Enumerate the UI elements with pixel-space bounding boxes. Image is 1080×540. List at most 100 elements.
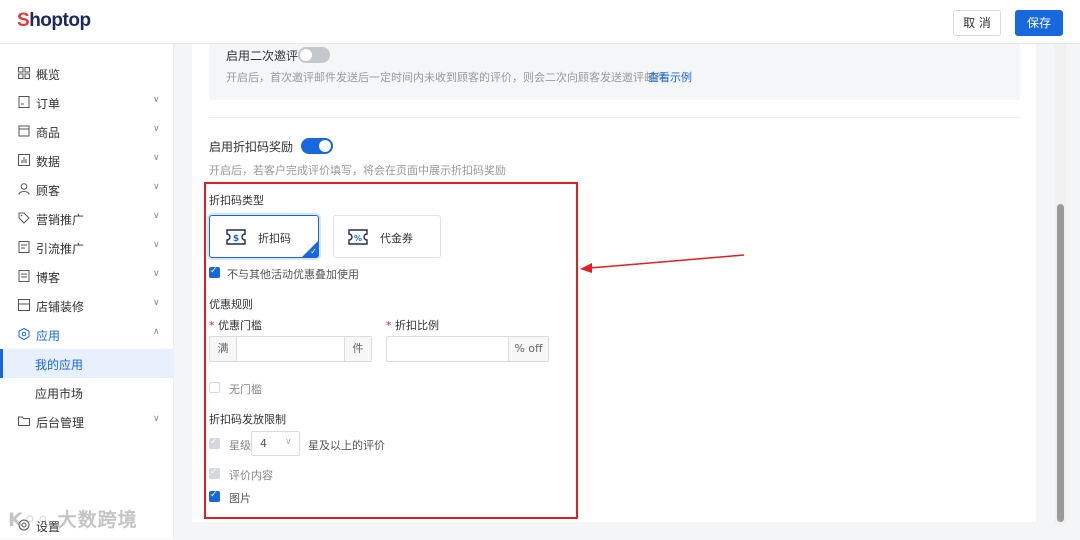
product-icon	[18, 125, 30, 137]
star-select-value: 4	[260, 437, 267, 450]
cancel-button[interactable]: 取 消	[953, 10, 1001, 36]
secondary-review-section: 启用二次邀评 开启后，首次邀评邮件发送后一定时间内未收到顾客的评价，则会二次向顾…	[209, 44, 1020, 100]
sidebar-item-label: 概览	[36, 68, 61, 82]
sidebar-item-label: 数据	[36, 155, 61, 169]
required-mark: *	[209, 319, 215, 332]
threshold-label-row: * 优惠门槛	[209, 317, 262, 333]
threshold-suffix: 件	[344, 337, 371, 361]
scrollbar[interactable]	[1055, 44, 1066, 524]
sidebar-item-label: 订单	[36, 97, 61, 111]
shoptop-logo[interactable]: Shoptop	[17, 10, 91, 32]
sidebar-item-label: 引流推广	[36, 242, 85, 256]
annotation-arrow	[580, 254, 745, 273]
logo-text: hoptop	[29, 10, 91, 31]
voucher-option[interactable]: % 代金券	[333, 215, 441, 258]
coupon-percent-icon: %	[348, 229, 368, 245]
sidebar-item-admin[interactable]: 后台管理 ∨	[0, 407, 174, 436]
chevron-down-icon: ∨	[153, 95, 160, 105]
check-icon: ✓	[310, 247, 317, 256]
threshold-prefix: 满	[210, 337, 237, 361]
sidebar-item-label: 店铺装修	[36, 300, 85, 314]
secondary-review-toggle[interactable]	[298, 47, 330, 63]
ratio-input[interactable]: % off	[386, 336, 549, 362]
scrollbar-thumb[interactable]	[1057, 204, 1064, 522]
sidebar-item-overview[interactable]: 概览	[0, 59, 174, 88]
view-example-link[interactable]: 查看示例	[648, 69, 692, 85]
image-label: 图片	[229, 492, 251, 505]
sidebar-item-label: 后台管理	[36, 416, 85, 430]
sidebar-item-orders[interactable]: 订单 ∨	[0, 88, 174, 117]
discount-code-label: 折扣码	[258, 232, 291, 245]
chevron-down-icon: ∨	[153, 240, 160, 250]
chart-icon	[18, 154, 30, 166]
chevron-down-icon: ∨	[153, 414, 160, 424]
voucher-label: 代金券	[380, 232, 413, 245]
ratio-label-row: * 折扣比例	[386, 317, 439, 333]
chevron-down-icon: ∨	[153, 182, 160, 192]
sidebar-item-traffic[interactable]: 引流推广 ∨	[0, 233, 174, 262]
sidebar-item-my-apps[interactable]: 我的应用	[0, 349, 174, 378]
chevron-down-icon: ∨	[153, 153, 160, 163]
chevron-down-icon: ∨	[153, 211, 160, 221]
sidebar-item-customers[interactable]: 顾客 ∨	[0, 175, 174, 204]
svg-text:$: $	[233, 234, 239, 244]
overview-icon	[18, 67, 30, 79]
code-type-title: 折扣码类型	[209, 194, 264, 207]
ratio-suffix: % off	[508, 337, 548, 361]
ratio-label: 折扣比例	[395, 319, 439, 332]
chevron-down-icon: ∨	[153, 298, 160, 308]
sidebar-item-label: 我的应用	[35, 358, 84, 372]
star-label: 星级	[229, 439, 251, 452]
blog-icon	[18, 270, 30, 282]
no-threshold-label: 无门槛	[229, 383, 262, 396]
sidebar-item-label: 博客	[36, 271, 61, 285]
image-checkbox[interactable]: ✓	[209, 490, 220, 502]
logo-first-letter: S	[17, 10, 30, 31]
top-bar: Shoptop 取 消 保存	[0, 0, 1080, 44]
required-mark: *	[386, 319, 392, 332]
discount-reward-toggle[interactable]	[301, 138, 333, 154]
star-checkbox[interactable]: ✓	[209, 437, 220, 449]
discount-reward-hint: 开启后，若客户完成评价填写，将会在页面中展示折扣码奖励	[209, 164, 506, 177]
sidebar-item-data[interactable]: 数据 ∨	[0, 146, 174, 175]
star-select[interactable]: 4 ∨	[251, 431, 300, 456]
discount-reward-label: 启用折扣码奖励	[209, 140, 294, 154]
user-icon	[18, 183, 30, 195]
traffic-icon	[18, 241, 30, 253]
sidebar-item-blog[interactable]: 博客 ∨	[0, 262, 174, 291]
sidebar-item-products[interactable]: 商品 ∨	[0, 117, 174, 146]
sidebar-item-label: 商品	[36, 126, 61, 140]
sidebar-item-marketing[interactable]: 营销推广 ∨	[0, 204, 174, 233]
svg-text:%: %	[354, 234, 362, 243]
chevron-down-icon: ∨	[153, 269, 160, 279]
sidebar: 概览 订单 ∨ 商品 ∨ 数据 ∨ 顾客 ∨ 营销推广 ∨ 引流推广 ∨ 博客 …	[0, 44, 174, 539]
section-divider	[209, 117, 1020, 118]
chevron-down-icon: ∨	[285, 437, 292, 447]
chevron-up-icon: ∧	[153, 327, 160, 337]
secondary-review-hint: 开启后，首次邀评邮件发送后一定时间内未收到顾客的评价，则会二次向顾客发送邀评邮件	[226, 71, 666, 84]
sidebar-item-store-design[interactable]: 店铺装修 ∨	[0, 291, 174, 320]
discount-code-option[interactable]: $ 折扣码 ✓	[209, 215, 319, 258]
content-checkbox[interactable]: ✓	[209, 467, 220, 479]
save-button[interactable]: 保存	[1015, 10, 1063, 36]
no-stack-label: 不与其他活动优惠叠加使用	[227, 268, 359, 281]
sidebar-item-app-market[interactable]: 应用市场	[0, 378, 174, 407]
order-icon	[18, 96, 30, 108]
main-panel: 启用二次邀评 开启后，首次邀评邮件发送后一定时间内未收到顾客的评价，则会二次向顾…	[192, 44, 1036, 522]
coupon-dollar-icon: $	[226, 229, 246, 245]
limits-title: 折扣码发放限制	[209, 413, 286, 426]
folder-icon	[18, 416, 30, 426]
no-threshold-checkbox[interactable]	[209, 382, 220, 393]
sidebar-item-label: 应用	[36, 329, 61, 343]
sidebar-item-apps[interactable]: 应用 ∧	[0, 320, 174, 349]
rules-title: 优惠规则	[209, 298, 253, 311]
app-icon	[18, 328, 30, 340]
star-suffix: 星及以上的评价	[308, 439, 385, 452]
store-icon	[18, 299, 30, 311]
watermark-logo: K◦◦ 大数跨境	[8, 509, 138, 531]
threshold-label: 优惠门槛	[218, 319, 262, 332]
chevron-down-icon: ∨	[153, 124, 160, 134]
threshold-input[interactable]: 满 件	[209, 336, 372, 362]
no-stack-checkbox[interactable]: ✓	[209, 266, 220, 278]
content-label: 评价内容	[229, 469, 273, 482]
